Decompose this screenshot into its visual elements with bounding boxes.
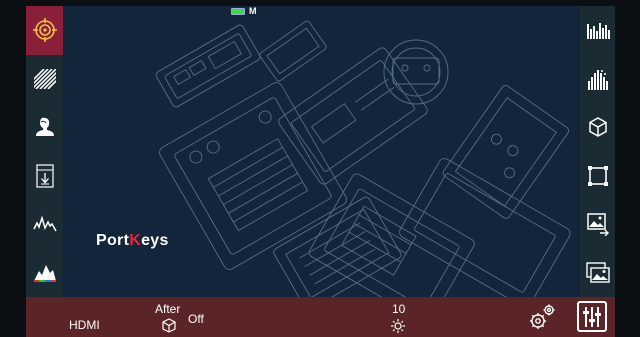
right-toolbar <box>580 6 615 297</box>
cube-small-icon <box>162 318 176 333</box>
vectorscope-button[interactable] <box>580 55 615 104</box>
zebra-stripes-icon <box>33 68 56 89</box>
mode-label: After <box>155 302 181 316</box>
bottom-status-bar: HDMI After Off 10 <box>26 297 615 337</box>
sliders-icon <box>583 306 601 327</box>
level-bars-icon <box>586 23 610 40</box>
waveform-icon <box>32 215 57 232</box>
battery-icon <box>231 7 245 15</box>
battery-indicator: M <box>231 6 257 16</box>
histogram-icon <box>33 264 56 282</box>
person-silhouette-icon <box>35 118 54 137</box>
adjustments-button[interactable] <box>577 301 607 332</box>
video-preview[interactable]: M PortKeys <box>63 6 580 297</box>
waveform-button[interactable] <box>26 200 63 249</box>
logo-suffix: eys <box>141 232 169 249</box>
target-icon <box>32 18 57 43</box>
brightness-value[interactable]: 10 <box>392 302 405 316</box>
brand-logo: PortKeys <box>96 232 169 250</box>
logo-k: K <box>129 232 142 249</box>
histogram-button[interactable] <box>26 249 63 298</box>
blueprint-background <box>155 20 571 297</box>
logo-prefix: Port <box>96 232 130 249</box>
monitor-frame: M PortKeys HDMI After Off 10 <box>0 0 640 337</box>
zebra-button[interactable] <box>26 55 63 104</box>
cube-icon <box>588 117 607 138</box>
image-arrow-icon <box>586 213 609 237</box>
settings-gears-icon[interactable] <box>527 302 557 332</box>
focus-assist-button[interactable] <box>26 6 63 55</box>
left-toolbar <box>26 6 63 297</box>
mode-value[interactable]: Off <box>188 312 204 326</box>
image-compare-button[interactable] <box>580 249 615 298</box>
gradient-bars-icon <box>587 69 608 90</box>
input-source-label[interactable]: HDMI <box>69 318 100 332</box>
image-stack-icon <box>585 262 610 283</box>
mode-indicator: M <box>249 6 257 16</box>
skin-tone-button[interactable] <box>26 103 63 152</box>
frame-corners-icon <box>587 165 608 186</box>
frame-guide-button[interactable] <box>580 152 615 201</box>
false-color-button[interactable] <box>26 152 63 201</box>
image-export-button[interactable] <box>580 200 615 249</box>
audio-meter-button[interactable] <box>580 6 615 55</box>
brightness-icon <box>391 319 405 333</box>
exposure-scale-icon <box>35 164 54 188</box>
lut-button[interactable] <box>580 103 615 152</box>
